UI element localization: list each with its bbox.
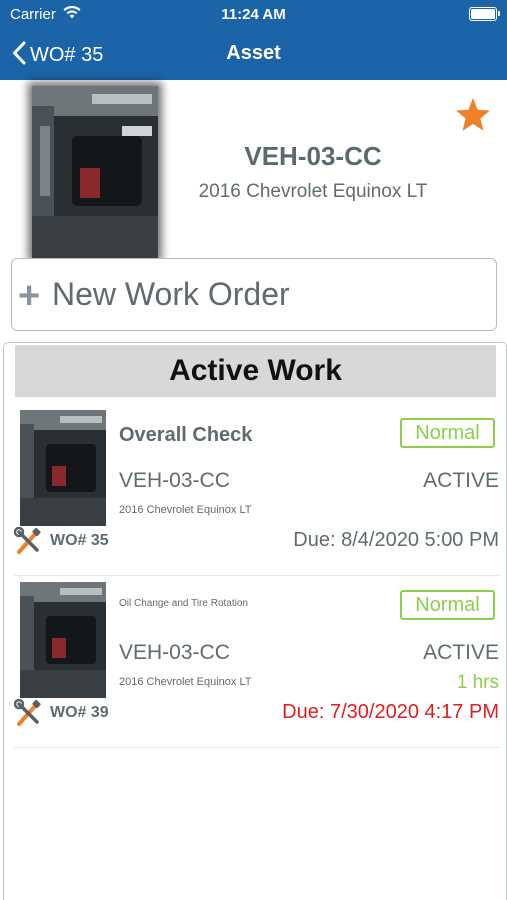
work-order-photo [20,582,106,698]
work-order-title: Overall Check [119,424,253,446]
favorite-star-icon[interactable] [454,96,492,134]
work-order-due-date: Due: 7/30/2020 4:17 PM [282,701,499,723]
clock: 11:24 AM [221,6,286,23]
new-work-order-button[interactable]: + New Work Order [11,258,497,331]
plus-icon: + [18,275,41,317]
priority-badge: Normal [400,590,495,620]
tools-icon [13,698,42,727]
work-order-status: ACTIVE [423,641,499,664]
battery-icon [469,7,500,21]
tools-icon [13,526,42,555]
work-order-photo [20,410,106,526]
active-work-panel: Active Work Overall Check Normal VEH-03-… [3,342,507,900]
work-order-item[interactable]: Oil Change and Tire Rotation Normal VEH-… [13,578,501,748]
work-order-number: WO# 35 [50,532,109,549]
page-title: Asset [226,42,281,64]
work-order-hours: 1 hrs [456,672,499,693]
work-order-status: ACTIVE [423,469,499,492]
work-order-asset-id: VEH-03-CC [119,641,230,664]
work-order-asset-description: 2016 Chevrolet Equinox LT [119,504,252,516]
new-work-order-label: New Work Order [52,276,290,312]
work-order-title: Oil Change and Tire Rotation [119,598,248,609]
asset-id: VEH-03-CC [244,141,382,171]
work-order-item[interactable]: Overall Check Normal VEH-03-CC ACTIVE 20… [13,406,501,576]
work-order-number: WO# 39 [50,704,109,721]
priority-badge: Normal [400,418,495,448]
asset-description: 2016 Chevrolet Equinox LT [198,181,428,202]
active-work-heading: Active Work [15,345,496,397]
work-order-asset-id: VEH-03-CC [119,469,230,492]
work-order-asset-description: 2016 Chevrolet Equinox LT [119,676,252,688]
work-order-due-date: Due: 8/4/2020 5:00 PM [293,529,499,551]
status-bar: Carrier 11:24 AM [0,0,507,30]
asset-photo[interactable] [32,86,158,258]
navigation-bar: WO# 35 Asset [0,30,507,80]
